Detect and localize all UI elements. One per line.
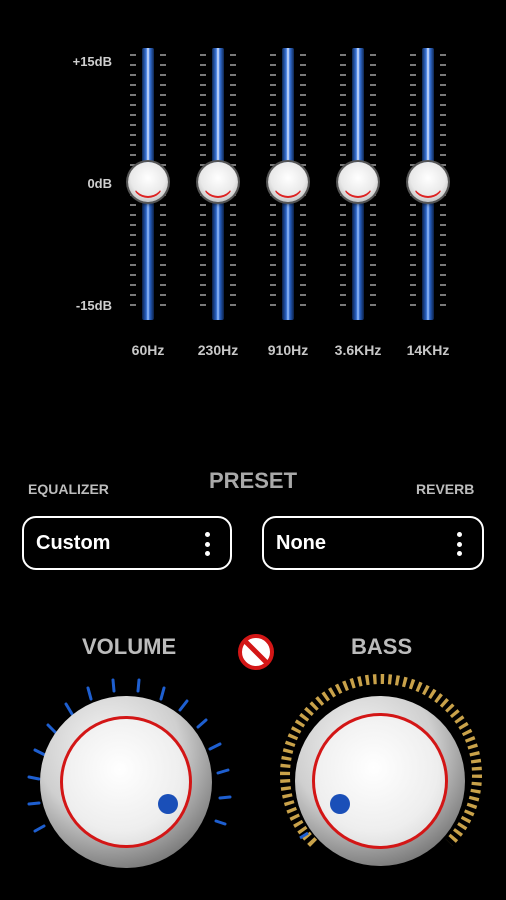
freq-label-60hz: 60Hz [131, 342, 165, 358]
eq-slider-3-6khz[interactable] [338, 48, 378, 320]
volume-knob[interactable] [20, 676, 240, 876]
volume-knob-cap[interactable] [60, 716, 192, 848]
freq-label-3-6khz: 3.6KHz [334, 342, 382, 358]
no-sign-icon[interactable] [236, 632, 276, 672]
bass-indicator-dot [330, 794, 350, 814]
kebab-menu-icon[interactable] [456, 532, 462, 556]
eq-slider-230hz[interactable] [198, 48, 238, 320]
slider-thumb[interactable] [408, 162, 448, 202]
bass-knob[interactable] [276, 670, 486, 880]
bass-label: BASS [351, 634, 413, 659]
eq-slider-60hz[interactable] [128, 48, 168, 320]
freq-label-14khz: 14KHz [406, 342, 450, 358]
reverb-preset-dropdown[interactable]: None [262, 516, 484, 570]
db-label-zero: 0dB [87, 176, 112, 191]
kebab-menu-icon[interactable] [204, 532, 210, 556]
equalizer-preset-value: Custom [36, 531, 111, 554]
slider-thumb[interactable] [338, 162, 378, 202]
slider-thumb[interactable] [268, 162, 308, 202]
equalizer-preset-dropdown[interactable]: Custom [22, 516, 232, 570]
slider-thumb[interactable] [128, 162, 168, 202]
volume-indicator-dot [158, 794, 178, 814]
reverb-label: REVERB [416, 481, 475, 497]
eq-slider-14khz[interactable] [408, 48, 448, 320]
db-label-min: -15dB [75, 298, 112, 313]
slider-thumb[interactable] [198, 162, 238, 202]
freq-label-230hz: 230Hz [197, 342, 239, 358]
freq-label-910hz: 910Hz [267, 342, 309, 358]
reverb-preset-value: None [276, 531, 326, 554]
eq-slider-910hz[interactable] [268, 48, 308, 320]
bass-knob-cap[interactable] [312, 713, 448, 849]
db-label-max: +15dB [72, 54, 112, 69]
volume-label: VOLUME [82, 634, 177, 659]
